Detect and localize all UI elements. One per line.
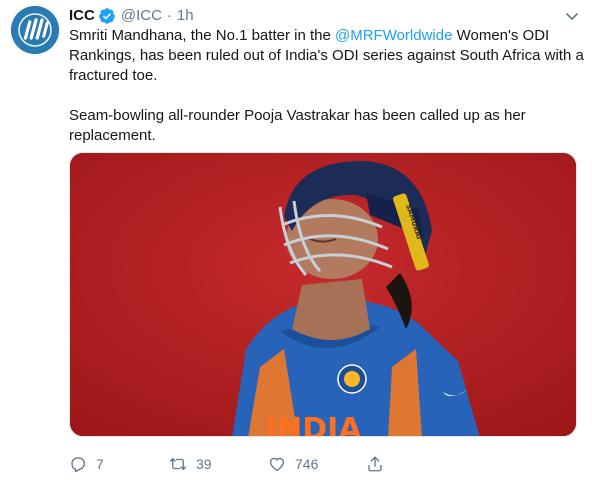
retweet-count: 39 [196, 456, 212, 472]
share-icon [368, 456, 382, 472]
tweet-actions: 7 39 746 [69, 452, 489, 476]
reply-count: 7 [96, 456, 104, 472]
tweet-text: Smriti Mandhana, the No.1 batter in the … [69, 26, 584, 146]
tweet-text-part-1: Smriti Mandhana, the No.1 batter in the [69, 27, 335, 44]
tweet-paragraph-2: Seam-bowling all-rounder Pooja Vastrakar… [69, 107, 526, 144]
retweet-button[interactable]: 39 [169, 452, 212, 476]
share-button[interactable] [366, 452, 384, 476]
photo-cricketer: SAMURAI INDIA [70, 153, 576, 437]
timestamp[interactable]: 1h [177, 6, 194, 26]
author-handle[interactable]: @ICC [121, 6, 162, 26]
like-count: 746 [295, 456, 319, 472]
mention-link[interactable]: @MRFWorldwide [335, 27, 452, 44]
tweet-photo[interactable]: SAMURAI INDIA [69, 152, 577, 437]
avatar[interactable] [11, 6, 59, 54]
reply-icon [71, 457, 86, 473]
retweet-icon [169, 458, 187, 470]
chevron-down-icon[interactable] [564, 8, 580, 24]
separator-dot: · [166, 7, 172, 24]
tweet-paragraph-1: Smriti Mandhana, the No.1 batter in the … [69, 26, 584, 86]
like-icon [269, 457, 285, 472]
author-name[interactable]: ICC [69, 6, 95, 26]
icc-logo [11, 6, 59, 54]
tweet[interactable]: ICC @ICC · 1h Smriti Mandhana, the No.1 … [0, 0, 592, 482]
reply-button[interactable]: 7 [69, 452, 104, 476]
tweet-header: ICC @ICC · 1h [69, 6, 194, 26]
like-button[interactable]: 746 [268, 452, 318, 476]
verified-badge-icon [98, 7, 116, 25]
jersey-text: INDIA [266, 412, 362, 437]
